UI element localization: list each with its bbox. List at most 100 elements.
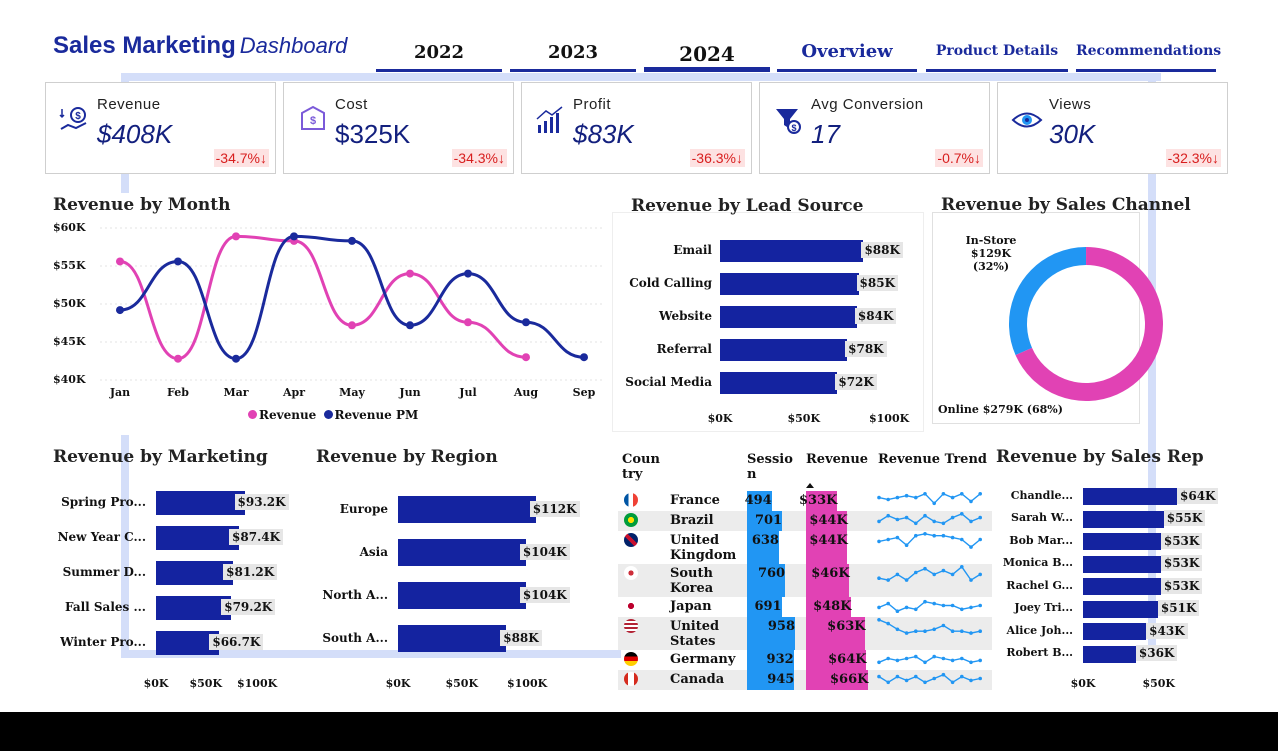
sparkline-point [941, 521, 946, 526]
revenue-value: $63K [827, 619, 866, 634]
bar-mark[interactable] [720, 240, 864, 262]
flag-icon [624, 493, 638, 507]
tab-recommendations[interactable]: Recommendations [1076, 40, 1221, 72]
bar-mark[interactable] [720, 339, 848, 361]
sparkline-point [932, 519, 936, 524]
table-row[interactable]: South Korea 760 $46K [618, 564, 992, 597]
bar-data-label: $87.4K [229, 529, 284, 545]
bar-mark[interactable] [398, 582, 526, 609]
bar-data-label: $78K [845, 341, 887, 357]
bar-mark[interactable] [1083, 645, 1136, 663]
bar-data-label: $79.2K [221, 599, 276, 615]
bar-mark[interactable] [1083, 488, 1177, 505]
flag-icon [624, 652, 638, 666]
sparkline-point [895, 658, 900, 663]
sparkline-point [960, 607, 964, 612]
kpi-change: -32.3%↓ [1165, 149, 1221, 167]
bar-mark[interactable] [398, 539, 526, 566]
bar-mark[interactable] [720, 273, 859, 295]
line-point [464, 318, 472, 327]
line-series-revenue-pm [119, 234, 585, 361]
sessions-value: 932 [766, 652, 794, 667]
bar-mark[interactable] [398, 625, 507, 652]
bar-category-label: Summer D... [62, 565, 146, 579]
bar-mark[interactable] [1083, 555, 1161, 573]
sessions-value: 638 [751, 533, 779, 548]
table-row[interactable]: United Kingdom 638 $44K [618, 531, 992, 564]
sparkline-point [978, 492, 982, 496]
sparkline-point [886, 513, 890, 518]
sparkline-point [923, 566, 927, 571]
kpi-label: Avg Conversion [811, 96, 924, 113]
table-row[interactable]: United States 958 $63K [618, 617, 992, 650]
x-tick-label: Sep [572, 386, 596, 399]
conversion-icon: $ [776, 109, 801, 134]
revenue-value: $44K [809, 513, 848, 528]
bar-mark[interactable] [156, 596, 232, 620]
sparkline-line [878, 619, 981, 634]
country-name: Canada [670, 672, 725, 687]
table-row[interactable]: France 494 $33K [618, 491, 992, 511]
bar-data-label: $88K [861, 242, 903, 258]
sparkline-point [960, 492, 964, 496]
tab-overview[interactable]: Overview [777, 40, 917, 72]
flag-icon [624, 599, 638, 613]
table-row[interactable]: Germany 932 $64K [618, 650, 992, 670]
bar-data-label: $88K [500, 629, 542, 646]
bar-mark[interactable] [1083, 510, 1164, 528]
col-header-revenue-trend[interactable]: Revenue Trend [878, 452, 987, 467]
sparkline-point [941, 623, 946, 628]
bar-data-label: $55K [1163, 510, 1206, 526]
x-tick-label: $50K [189, 677, 223, 690]
bar-mark[interactable] [156, 491, 245, 515]
donut-label-instore: In-Store $129K (32%) [951, 234, 1031, 273]
sort-desc-icon[interactable] [806, 483, 814, 488]
bar-mark[interactable] [156, 526, 240, 550]
revenue-value: $46K [811, 566, 850, 581]
col-header-country[interactable]: Coun try [622, 452, 662, 482]
bar-mark[interactable] [720, 372, 838, 394]
line-series-revenue [119, 234, 527, 361]
sales-channel-title: Revenue by Sales Channel [941, 195, 1191, 215]
bar-category-label: Chandle... [1010, 488, 1073, 502]
bar-data-label: $72K [835, 374, 877, 390]
bar-mark[interactable] [1083, 533, 1161, 550]
sparkline-point [914, 533, 918, 538]
sparkline-point [923, 680, 927, 685]
bar-category-label: Rachel G... [1006, 578, 1073, 592]
table-row[interactable]: Japan 691 $48K [618, 597, 992, 617]
line-point [406, 321, 414, 330]
sparkline-point [904, 493, 909, 498]
sparkline-point [904, 656, 909, 661]
table-row[interactable]: Brazil 701 $44K [618, 511, 992, 531]
bar-mark[interactable] [720, 306, 857, 328]
bar-mark[interactable] [156, 561, 234, 585]
country-name: United Kingdom [670, 533, 737, 563]
bar-mark[interactable] [398, 496, 536, 523]
sparkline-point [886, 680, 890, 685]
sparkline-point [877, 519, 881, 524]
bar-mark[interactable] [1083, 600, 1158, 618]
bar-mark[interactable] [1083, 623, 1147, 640]
sparkline-point [950, 572, 955, 577]
sparkline-point [923, 513, 927, 518]
sparkline-point [978, 629, 982, 633]
sparkline-point [978, 515, 982, 520]
bar-mark[interactable] [1083, 578, 1161, 595]
tab-2024[interactable]: 2024 [644, 40, 770, 72]
lead-source-title: Revenue by Lead Source [631, 196, 864, 216]
line-point [348, 321, 356, 330]
sparkline-point [886, 497, 890, 502]
sparkline-point [941, 568, 946, 573]
bar-category-label: Fall Sales ... [64, 600, 146, 614]
table-row[interactable]: Canada 945 $66K [618, 670, 992, 690]
revenue-trend-sparkline [877, 618, 982, 635]
revenue-by-month-chart [100, 227, 605, 381]
tab-product-details[interactable]: Product Details [926, 40, 1068, 72]
sparkline-point [886, 656, 890, 661]
col-header-revenue[interactable]: Revenue [806, 452, 868, 467]
sparkline-point [877, 660, 881, 665]
col-header-sessions[interactable]: Sessio n [747, 452, 793, 482]
bar-category-label: Sarah W... [1011, 511, 1073, 524]
bar-category-label: Joey Tri... [1014, 601, 1073, 614]
